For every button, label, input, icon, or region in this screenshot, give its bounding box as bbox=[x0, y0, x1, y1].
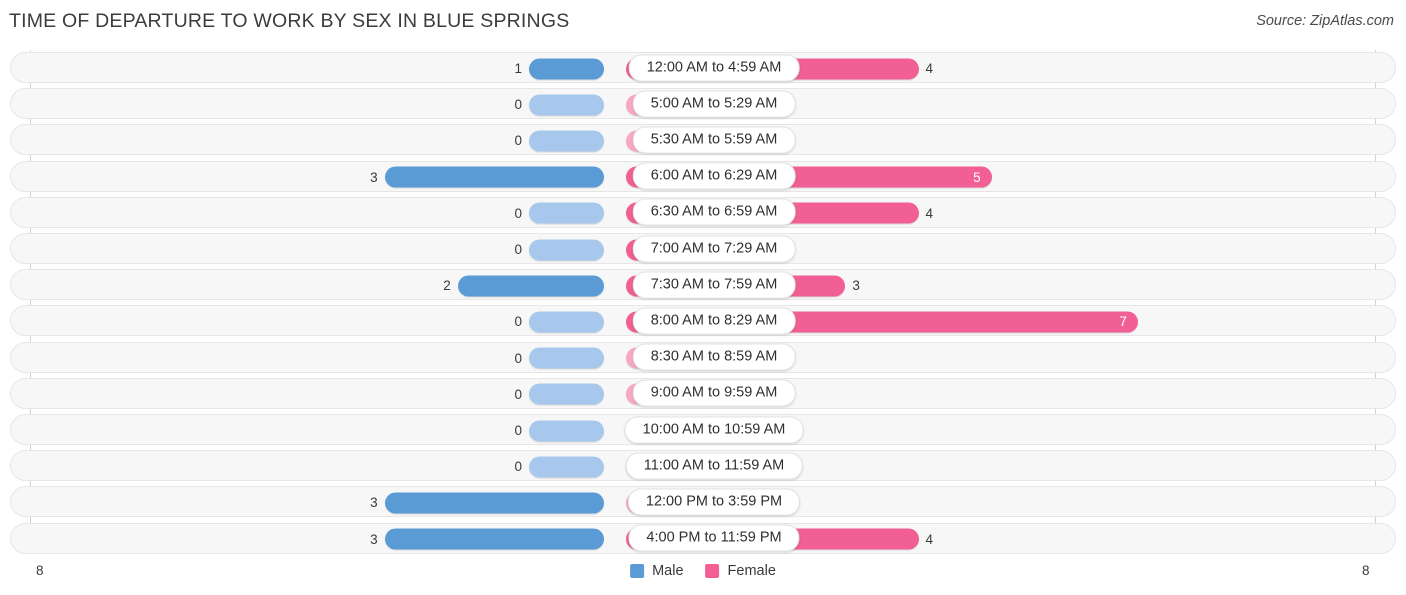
bar-value-male: 0 bbox=[514, 459, 522, 475]
category-label: 11:00 AM to 11:59 AM bbox=[625, 452, 803, 480]
category-label: 7:00 AM to 7:29 AM bbox=[632, 235, 796, 262]
bar-value-male: 0 bbox=[514, 205, 522, 221]
table-row: 0 4 6:30 AM to 6:59 AM bbox=[10, 196, 1396, 229]
bar-male[interactable]: 0 bbox=[514, 383, 604, 405]
table-row: 0 7 8:00 AM to 8:29 AM bbox=[10, 305, 1396, 337]
bar-value-male: 3 bbox=[370, 531, 378, 547]
table-row: 3012:00 PM to 3:59 PM bbox=[10, 486, 1396, 518]
category-label: 9:00 AM to 9:59 AM bbox=[632, 379, 796, 407]
bar-group-male: 0 bbox=[41, 415, 604, 446]
table-row: 2 3 7:30 AM to 7:59 AM bbox=[10, 269, 1396, 301]
bar-value-female: 5 bbox=[973, 169, 981, 185]
plot-area: 1 4 12:00 AM to 4:59 AM 0 0 5:00 AM to 5:29 A… bbox=[0, 50, 1406, 555]
legend-swatch-male-icon bbox=[630, 564, 645, 578]
table-row: 3 4 4:00 PM to 11:59 PM bbox=[10, 522, 1396, 555]
bar-value-male: 2 bbox=[443, 278, 451, 294]
bar-group-male: 3 bbox=[41, 162, 604, 193]
bar-group-male: 2 bbox=[41, 270, 604, 301]
bar-male[interactable]: 0 bbox=[514, 347, 604, 369]
bar-value-female: 3 bbox=[852, 278, 860, 294]
table-row: 005:00 AM to 5:29 AM bbox=[10, 88, 1396, 120]
bar-value-male: 1 bbox=[514, 61, 522, 76]
bar-male[interactable]: 0 bbox=[514, 130, 604, 152]
legend-label-female: Female bbox=[727, 563, 776, 579]
bar-value-male: 3 bbox=[370, 169, 378, 185]
bar-group-male: 0 bbox=[41, 234, 604, 265]
bar-value-male: 3 bbox=[370, 495, 378, 511]
chart-header: TIME OF DEPARTURE TO WORK BY SEX IN BLUE… bbox=[0, 0, 1406, 44]
bar-group-male: 3 bbox=[41, 524, 604, 555]
category-label: 8:00 AM to 8:29 AM bbox=[632, 307, 796, 335]
bar-male[interactable]: 3 bbox=[370, 166, 604, 188]
bar-value-male: 0 bbox=[514, 97, 522, 113]
bar-group-male: 0 bbox=[41, 343, 604, 374]
category-label: 7:30 AM to 7:59 AM bbox=[632, 271, 796, 299]
chart-footer: 8 8 Male Female bbox=[0, 556, 1406, 595]
bar-male[interactable]: 0 bbox=[514, 202, 604, 224]
chart-root: TIME OF DEPARTURE TO WORK BY SEX IN BLUE… bbox=[0, 0, 1406, 595]
bar-male[interactable]: 0 bbox=[514, 239, 604, 260]
bar-value-male: 0 bbox=[514, 423, 522, 438]
legend-label-male: Male bbox=[652, 563, 684, 579]
bar-group-male: 1 bbox=[41, 53, 604, 84]
bar-male[interactable]: 0 bbox=[514, 311, 604, 333]
category-label: 4:00 PM to 11:59 PM bbox=[628, 524, 800, 552]
bar-male[interactable]: 0 bbox=[514, 94, 604, 116]
legend-item-male[interactable]: Male bbox=[630, 563, 684, 579]
bar-value-female: 4 bbox=[925, 531, 934, 547]
bar-male[interactable]: 3 bbox=[370, 492, 604, 514]
bar-male[interactable]: 3 bbox=[370, 528, 604, 550]
category-label: 5:00 AM to 5:29 AM bbox=[632, 90, 796, 118]
bar-value-female: 4 bbox=[925, 205, 934, 221]
axis-tick-right: 8 bbox=[1362, 563, 1370, 578]
table-row: 009:00 AM to 9:59 AM bbox=[10, 377, 1396, 410]
table-row: 005:30 AM to 5:59 AM bbox=[10, 124, 1396, 156]
category-label: 6:00 AM to 6:29 AM bbox=[632, 162, 796, 190]
bar-group-male: 0 bbox=[41, 198, 604, 229]
bar-group-male: 0 bbox=[41, 89, 604, 120]
bar-male[interactable]: 2 bbox=[443, 275, 604, 297]
category-label: 6:30 AM to 6:59 AM bbox=[632, 198, 796, 226]
bar-value-female: 7 bbox=[1119, 314, 1127, 330]
category-label: 12:00 AM to 4:59 AM bbox=[628, 54, 800, 81]
bar-group-male: 3 bbox=[41, 487, 604, 518]
bar-male[interactable]: 1 bbox=[514, 58, 604, 79]
legend-swatch-female-icon bbox=[705, 564, 720, 578]
axis-tick-left: 8 bbox=[36, 563, 44, 578]
bar-group-male: 0 bbox=[41, 306, 604, 337]
bar-group-male: 0 bbox=[41, 379, 604, 410]
category-label: 12:00 PM to 3:59 PM bbox=[627, 488, 801, 516]
table-row: 008:30 AM to 8:59 AM bbox=[10, 341, 1396, 374]
source-attribution: Source: ZipAtlas.com bbox=[1256, 13, 1394, 29]
bar-value-male: 0 bbox=[514, 242, 522, 257]
bar-value-male: 0 bbox=[514, 386, 522, 402]
bar-value-male: 0 bbox=[514, 350, 522, 366]
bar-value-male: 0 bbox=[514, 133, 522, 149]
bar-value-male: 0 bbox=[514, 314, 522, 330]
legend-item-female[interactable]: Female bbox=[705, 563, 776, 579]
bar-group-male: 0 bbox=[41, 451, 604, 482]
page-title: TIME OF DEPARTURE TO WORK BY SEX IN BLUE… bbox=[9, 10, 570, 32]
table-row: 0011:00 AM to 11:59 AM bbox=[10, 450, 1396, 482]
bar-value-female: 4 bbox=[925, 61, 934, 76]
table-row: 3 5 6:00 AM to 6:29 AM bbox=[10, 160, 1396, 193]
category-label: 10:00 AM to 10:59 AM bbox=[624, 416, 804, 443]
bar-male[interactable]: 0 bbox=[514, 456, 604, 478]
category-label: 5:30 AM to 5:59 AM bbox=[632, 126, 796, 154]
table-row: 0010:00 AM to 10:59 AM bbox=[10, 414, 1396, 445]
table-row: 1 4 12:00 AM to 4:59 AM bbox=[10, 52, 1396, 83]
bar-group-male: 0 bbox=[41, 125, 604, 156]
legend: Male Female bbox=[630, 563, 776, 579]
bar-male[interactable]: 0 bbox=[514, 420, 604, 441]
category-label: 8:30 AM to 8:59 AM bbox=[632, 343, 796, 371]
table-row: 027:00 AM to 7:29 AM bbox=[10, 233, 1396, 264]
